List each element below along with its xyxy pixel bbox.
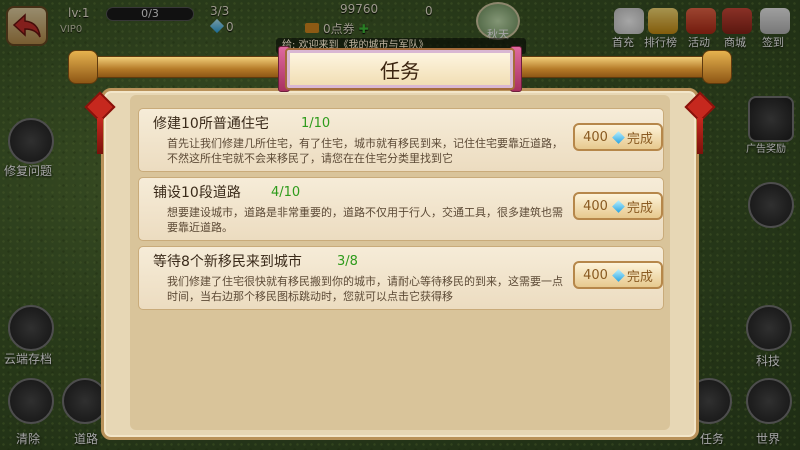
- task-description: 想要建设城市，道路是非常重要的，道路不仅用于行人，交通工具，很多建筑也需要靠近道…: [167, 206, 563, 234]
- tassel-right: [697, 118, 703, 154]
- task-description: 我们修建了住宅很快就有移民搬到你的城市，请耐心等待移民的到来，这需要一点时间，当…: [167, 275, 563, 303]
- reward-amount: 400: [583, 267, 608, 283]
- dialog-title: 任务: [285, 48, 515, 90]
- complete-button[interactable]: 400 完成: [573, 192, 663, 220]
- complete-button[interactable]: 400 完成: [573, 123, 663, 151]
- complete-button[interactable]: 400 完成: [573, 261, 663, 289]
- complete-label: 完成: [626, 131, 653, 147]
- task-progress: 4/10: [271, 185, 301, 200]
- complete-label: 完成: [626, 269, 653, 285]
- gem-icon: [612, 199, 625, 213]
- task-item: 等待8个新移民来到城市 3/8 我们修建了住宅很快就有移民搬到你的城市，请耐心等…: [138, 246, 664, 310]
- task-title: 等待8个新移民来到城市: [153, 254, 302, 270]
- task-description: 首先让我们修建几所住宅，有了住宅，城市就有移民到来，记住住宅要靠近道路，不然这所…: [167, 137, 563, 165]
- task-progress: 3/8: [337, 254, 358, 269]
- task-item: 修建10所普通住宅 1/10 首先让我们修建几所住宅，有了住宅，城市就有移民到来…: [138, 108, 664, 172]
- rod-cap-left: [68, 50, 98, 84]
- dialog-title-text: 任务: [380, 58, 420, 83]
- reward-amount: 400: [583, 198, 608, 214]
- gem-icon: [612, 268, 625, 282]
- gem-icon: [612, 130, 625, 144]
- task-item: 铺设10段道路 4/10 想要建设城市，道路是非常重要的，道路不仅用于行人，交通…: [138, 177, 664, 241]
- task-title: 修建10所普通住宅: [153, 116, 269, 132]
- rod-cap-right: [702, 50, 732, 84]
- task-title: 铺设10段道路: [153, 185, 241, 201]
- tassel-left: [97, 118, 103, 154]
- task-progress: 1/10: [301, 116, 331, 131]
- complete-label: 完成: [626, 200, 653, 216]
- reward-amount: 400: [583, 129, 608, 145]
